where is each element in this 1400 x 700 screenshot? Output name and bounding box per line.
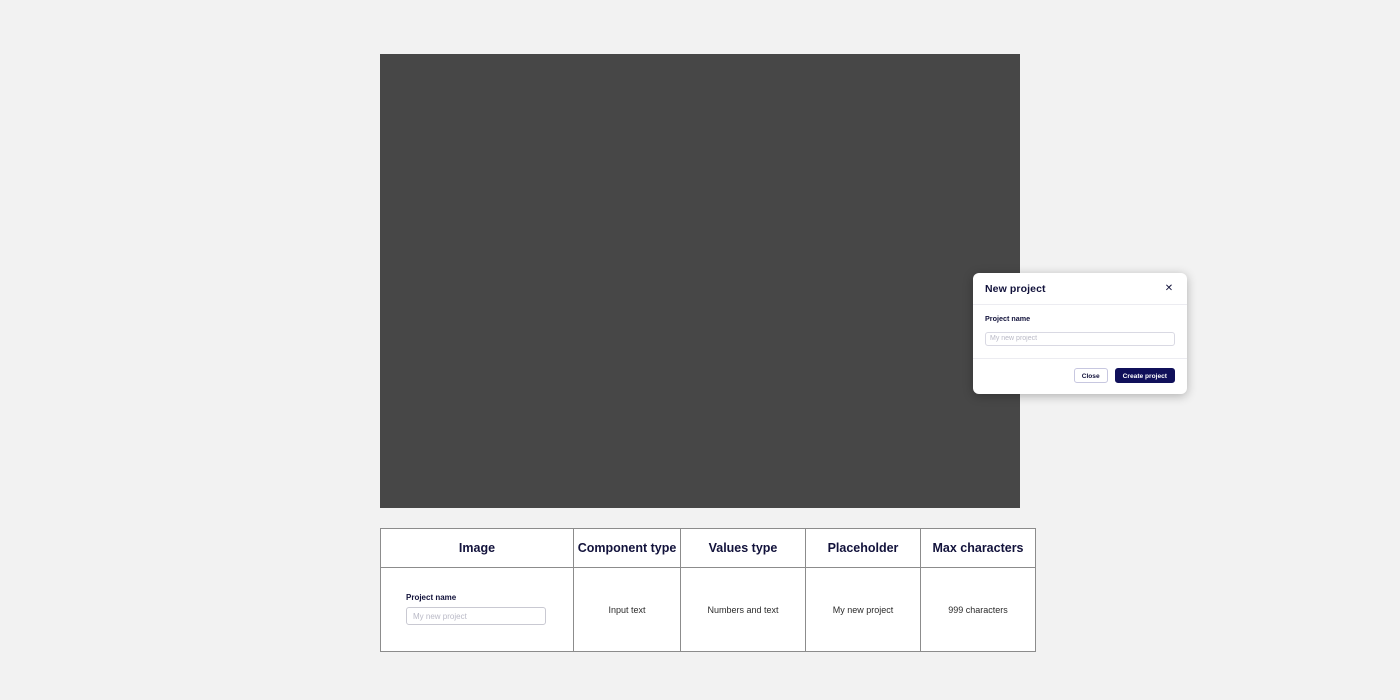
- table-header-row: Image Component type Values type Placeho…: [380, 528, 1036, 568]
- table-header: Image Component type Values type Placeho…: [380, 528, 1036, 568]
- spec-table: Image Component type Values type Placeho…: [380, 528, 1036, 652]
- preview-backdrop: New project ✕ Project name Close Create …: [380, 54, 1187, 508]
- cell-placeholder: My new project: [805, 567, 921, 652]
- table-body: Project name Input text Numbers and text…: [380, 567, 1036, 652]
- table-row: Project name Input text Numbers and text…: [380, 567, 1036, 652]
- column-header-values-type: Values type: [680, 528, 806, 568]
- sample-input-field: Project name: [406, 594, 546, 625]
- close-icon[interactable]: ✕: [1163, 283, 1175, 295]
- modal-title: New project: [985, 282, 1046, 295]
- modal-header: New project ✕: [973, 273, 1187, 305]
- create-project-button[interactable]: Create project: [1114, 367, 1175, 383]
- sample-project-name-input[interactable]: [406, 607, 546, 625]
- modal-body: Project name: [973, 305, 1187, 359]
- sample-project-name-label: Project name: [406, 593, 457, 602]
- new-project-modal: New project ✕ Project name Close Create …: [973, 273, 1187, 394]
- cell-values-type: Numbers and text: [680, 567, 806, 652]
- column-header-placeholder: Placeholder: [805, 528, 921, 568]
- column-header-component-type: Component type: [573, 528, 681, 568]
- modal-footer: Close Create project: [973, 359, 1187, 394]
- cell-max-characters: 999 characters: [920, 567, 1036, 652]
- column-header-image: Image: [380, 528, 574, 568]
- close-button[interactable]: Close: [1073, 367, 1108, 383]
- cell-image-sample: Project name: [380, 567, 574, 652]
- column-header-max-characters: Max characters: [920, 528, 1036, 568]
- cell-component-type: Input text: [573, 567, 681, 652]
- project-name-label: Project name: [985, 314, 1031, 323]
- project-name-input[interactable]: [985, 331, 1175, 346]
